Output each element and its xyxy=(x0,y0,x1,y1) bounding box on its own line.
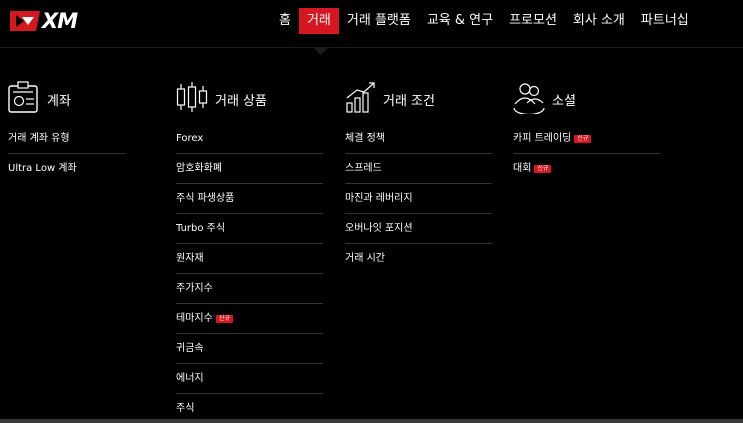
nav-item-education-research[interactable]: 교육 & 연구 xyxy=(419,8,501,34)
accounts-list: 거래 계좌 유형 Ultra Low 계좌 xyxy=(8,124,126,183)
dropdown-caret xyxy=(313,47,329,55)
menu-column-accounts: 계좌 거래 계좌 유형 Ultra Low 계좌 xyxy=(8,80,126,183)
menu-item-label: Turbo 주식 xyxy=(176,223,226,234)
growth-chart-icon xyxy=(346,82,375,113)
menu-item-label: Ultra Low 계좌 xyxy=(8,163,77,174)
column-title-accounts: 계좌 xyxy=(47,94,71,109)
menu-item-competitions[interactable]: 대회 신규 xyxy=(513,154,660,183)
candlestick-icon xyxy=(176,82,208,112)
brand-name: XM xyxy=(42,9,78,33)
menu-item-stock-derivatives[interactable]: 주식 파생상품 xyxy=(176,184,323,214)
conditions-list: 체결 정책 스프레드 마진과 레버리지 오버나잇 포지션 거래 시간 xyxy=(345,124,492,273)
id-card-icon xyxy=(8,81,38,113)
menu-item-precious-metals[interactable]: 귀금속 xyxy=(176,334,323,364)
column-header-products: 거래 상품 xyxy=(176,80,323,120)
xm-logo[interactable]: XM xyxy=(8,8,98,36)
menu-item-overnight-positions[interactable]: 오버나잇 포지션 xyxy=(345,214,492,244)
nav-item-about[interactable]: 회사 소개 xyxy=(565,8,633,34)
menu-item-turbo-stocks[interactable]: Turbo 주식 xyxy=(176,214,323,244)
column-header-social: 소셜 xyxy=(513,80,660,120)
menu-item-label: 에너지 xyxy=(176,373,204,384)
menu-item-margin-leverage[interactable]: 마진과 레버리지 xyxy=(345,184,492,214)
menu-item-label: 주가지수 xyxy=(176,283,213,294)
menu-item-thematic-indices[interactable]: 테마지수 신규 xyxy=(176,304,323,334)
menu-item-label: 대회 xyxy=(513,163,532,174)
top-navigation-bar: XM 홈 거래 거래 플랫폼 교육 & 연구 프로모션 회사 소개 파트너십 xyxy=(0,0,743,48)
column-title-social: 소셜 xyxy=(552,94,576,109)
new-badge: 신규 xyxy=(215,314,233,323)
menu-column-products: 거래 상품 Forex 암호화화폐 주식 파생상품 Turbo 주식 원자재 주… xyxy=(176,80,323,423)
menu-item-label: 스프레드 xyxy=(345,163,382,174)
menu-item-label: Forex xyxy=(176,133,204,144)
users-icon xyxy=(513,83,545,114)
menu-item-label: 주식 파생상품 xyxy=(176,193,235,204)
nav-item-home[interactable]: 홈 xyxy=(271,8,299,34)
menu-item-label: 마진과 레버리지 xyxy=(345,193,413,204)
menu-item-copy-trading[interactable]: 카피 트레이딩 신규 xyxy=(513,124,660,154)
new-badge: 신규 xyxy=(574,134,592,143)
menu-item-account-types[interactable]: 거래 계좌 유형 xyxy=(8,124,126,154)
menu-item-label: 암호화화폐 xyxy=(176,163,222,174)
column-title-conditions: 거래 조건 xyxy=(383,94,435,109)
menu-item-label: 귀금속 xyxy=(176,343,204,354)
menu-item-label: 오버나잇 포지션 xyxy=(345,223,413,234)
menu-item-label: 카피 트레이딩 xyxy=(513,133,572,144)
nav-item-trading[interactable]: 거래 xyxy=(298,8,339,34)
menu-item-label: 체결 정책 xyxy=(345,133,385,144)
menu-item-label: 테마지수 xyxy=(176,313,213,324)
main-nav: 홈 거래 거래 플랫폼 교육 & 연구 프로모션 회사 소개 파트너십 xyxy=(271,8,697,34)
nav-item-partnership[interactable]: 파트너십 xyxy=(633,8,697,34)
column-header-conditions: 거래 조건 xyxy=(345,80,492,120)
xm-logo-mark-icon xyxy=(10,11,40,31)
social-list: 카피 트레이딩 신규 대회 신규 xyxy=(513,124,660,183)
menu-item-label: 거래 계좌 유형 xyxy=(8,133,70,144)
menu-item-execution-policy[interactable]: 체결 정책 xyxy=(345,124,492,154)
menu-item-forex[interactable]: Forex xyxy=(176,124,323,154)
menu-item-crypto[interactable]: 암호화화폐 xyxy=(176,154,323,184)
nav-item-promotions[interactable]: 프로모션 xyxy=(501,8,565,34)
menu-column-conditions: 거래 조건 체결 정책 스프레드 마진과 레버리지 오버나잇 포지션 거래 시간 xyxy=(345,80,492,273)
menu-item-ultra-low-account[interactable]: Ultra Low 계좌 xyxy=(8,154,126,183)
menu-column-social: 소셜 카피 트레이딩 신규 대회 신규 xyxy=(513,80,660,183)
menu-item-label: 원자재 xyxy=(176,253,204,264)
menu-item-spreads[interactable]: 스프레드 xyxy=(345,154,492,184)
menu-item-energy[interactable]: 에너지 xyxy=(176,364,323,394)
menu-item-stock-indices[interactable]: 주가지수 xyxy=(176,274,323,304)
nav-item-platforms[interactable]: 거래 플랫폼 xyxy=(339,8,419,34)
new-badge: 신규 xyxy=(534,164,552,173)
bottom-strip xyxy=(0,419,743,423)
menu-item-commodities[interactable]: 원자재 xyxy=(176,244,323,274)
column-title-products: 거래 상품 xyxy=(215,94,267,109)
menu-item-label: 거래 시간 xyxy=(345,253,385,264)
menu-item-trading-hours[interactable]: 거래 시간 xyxy=(345,244,492,273)
column-header-accounts: 계좌 xyxy=(8,80,126,120)
products-list: Forex 암호화화폐 주식 파생상품 Turbo 주식 원자재 주가지수 테마… xyxy=(176,124,323,423)
